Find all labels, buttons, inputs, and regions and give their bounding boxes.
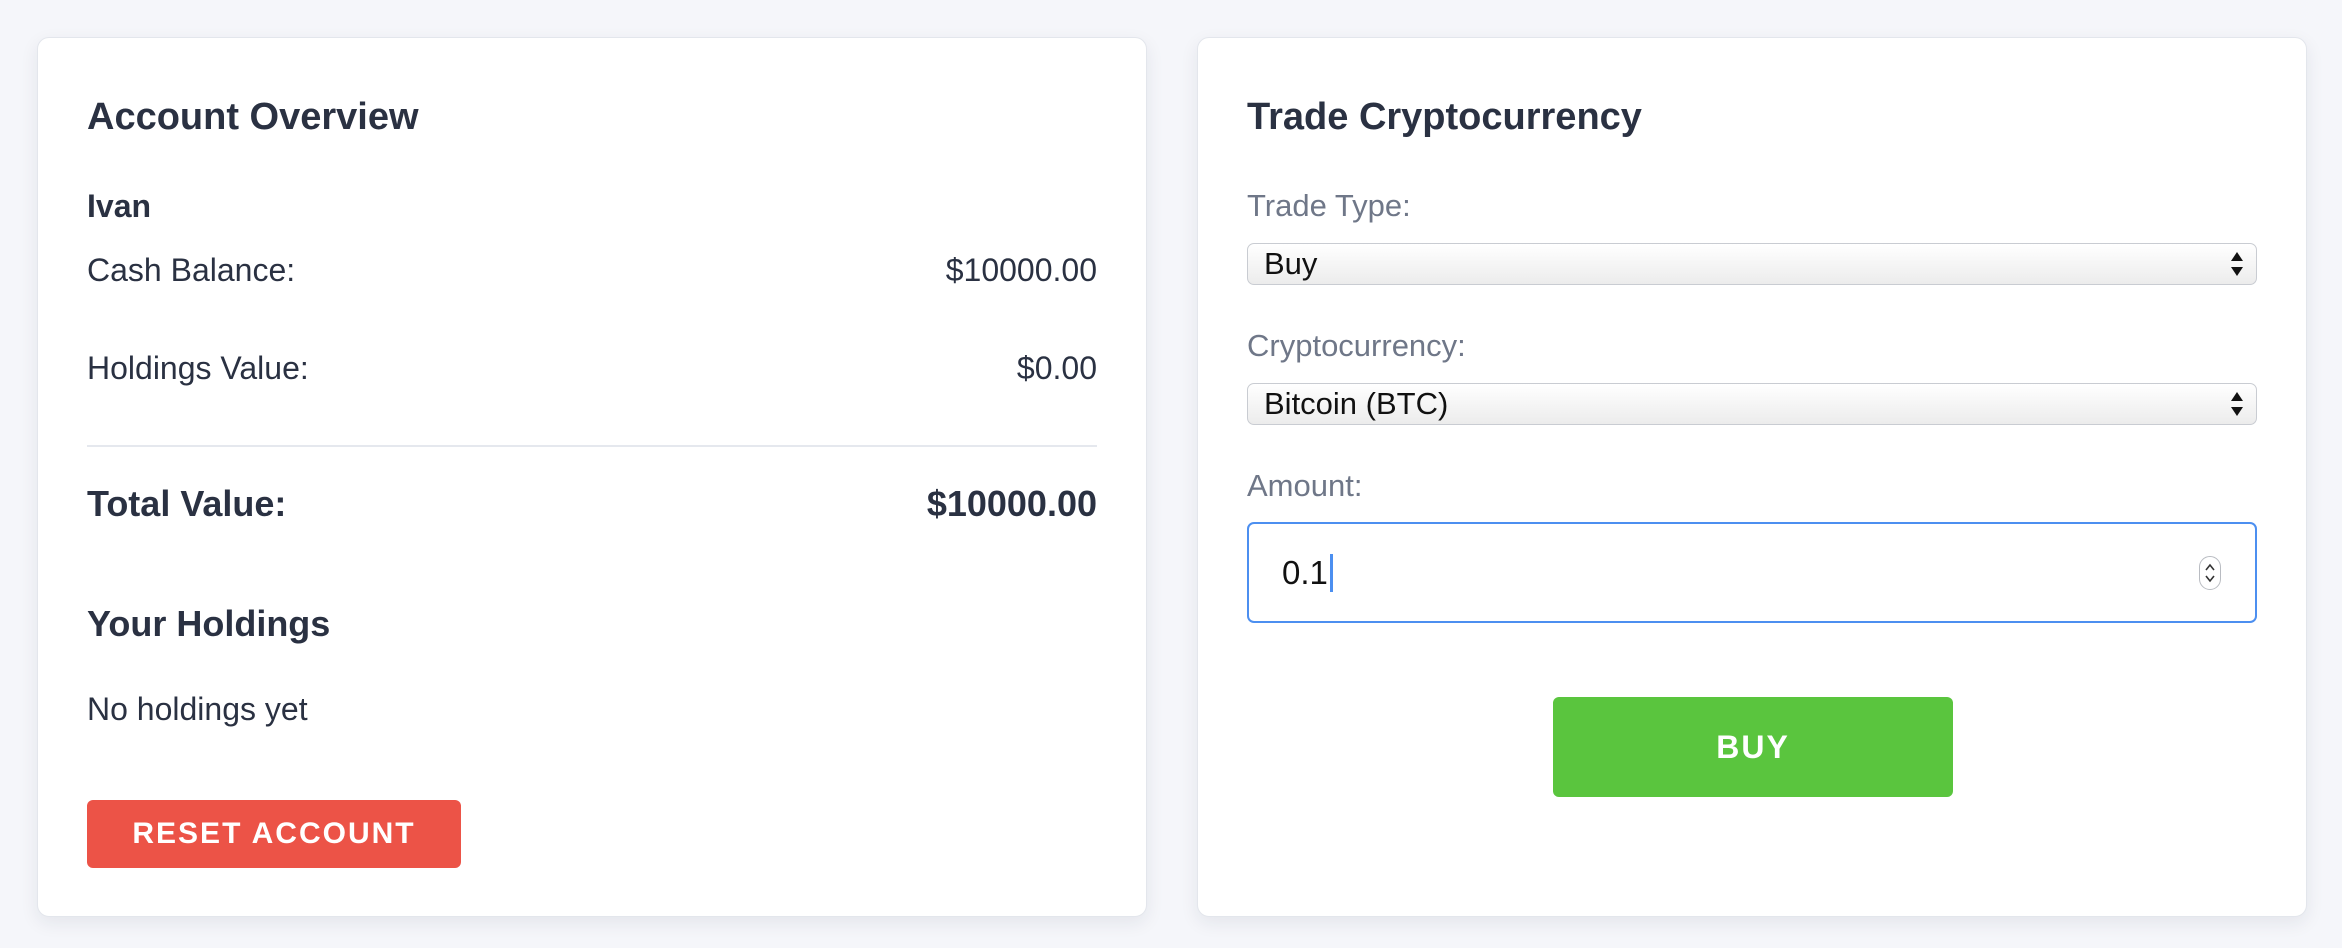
stepper-icon[interactable]: [2199, 555, 2221, 590]
cash-balance-row: Cash Balance: $10000.00: [87, 252, 1097, 289]
trading-page: Account Overview Ivan Cash Balance: $100…: [0, 0, 2342, 948]
cryptocurrency-select[interactable]: Bitcoin (BTC): [1247, 383, 2257, 425]
total-value-row: Total Value: $10000.00: [87, 483, 1097, 525]
cryptocurrency-label: Cryptocurrency:: [1247, 328, 1466, 363]
holdings-value-amount: $0.00: [1016, 350, 1097, 386]
cash-balance-label: Cash Balance:: [87, 252, 296, 288]
up-down-arrows-icon: [2230, 390, 2244, 418]
trade-title: Trade Cryptocurrency: [1247, 96, 1642, 138]
trade-type-select[interactable]: Buy: [1247, 243, 2257, 285]
trade-card: Trade Cryptocurrency Trade Type: Buy Cry…: [1197, 37, 2307, 917]
holdings-empty-message: No holdings yet: [87, 691, 308, 727]
total-value-amount: $10000.00: [926, 483, 1097, 524]
account-overview-card: Account Overview Ivan Cash Balance: $100…: [37, 37, 1147, 917]
trade-type-label: Trade Type:: [1247, 188, 1411, 223]
cryptocurrency-value: Bitcoin (BTC): [1264, 386, 1449, 421]
reset-account-button[interactable]: RESET ACCOUNT: [87, 800, 461, 868]
amount-label: Amount:: [1247, 468, 1363, 503]
user-name: Ivan: [87, 188, 152, 224]
amount-value: 0.1: [1282, 553, 1328, 591]
holdings-value-label: Holdings Value:: [87, 350, 309, 386]
holdings-section-title: Your Holdings: [87, 603, 331, 644]
account-overview-title: Account Overview: [87, 96, 419, 138]
amount-input[interactable]: 0.1: [1247, 522, 2257, 623]
text-caret: [1329, 553, 1333, 592]
total-value-label: Total Value:: [87, 483, 287, 524]
trade-type-value: Buy: [1264, 246, 1318, 281]
cash-balance-value: $10000.00: [945, 252, 1097, 288]
buy-button[interactable]: BUY: [1553, 697, 1953, 797]
up-down-arrows-icon: [2230, 250, 2244, 278]
divider: [87, 445, 1097, 447]
holdings-value-row: Holdings Value: $0.00: [87, 350, 1097, 387]
